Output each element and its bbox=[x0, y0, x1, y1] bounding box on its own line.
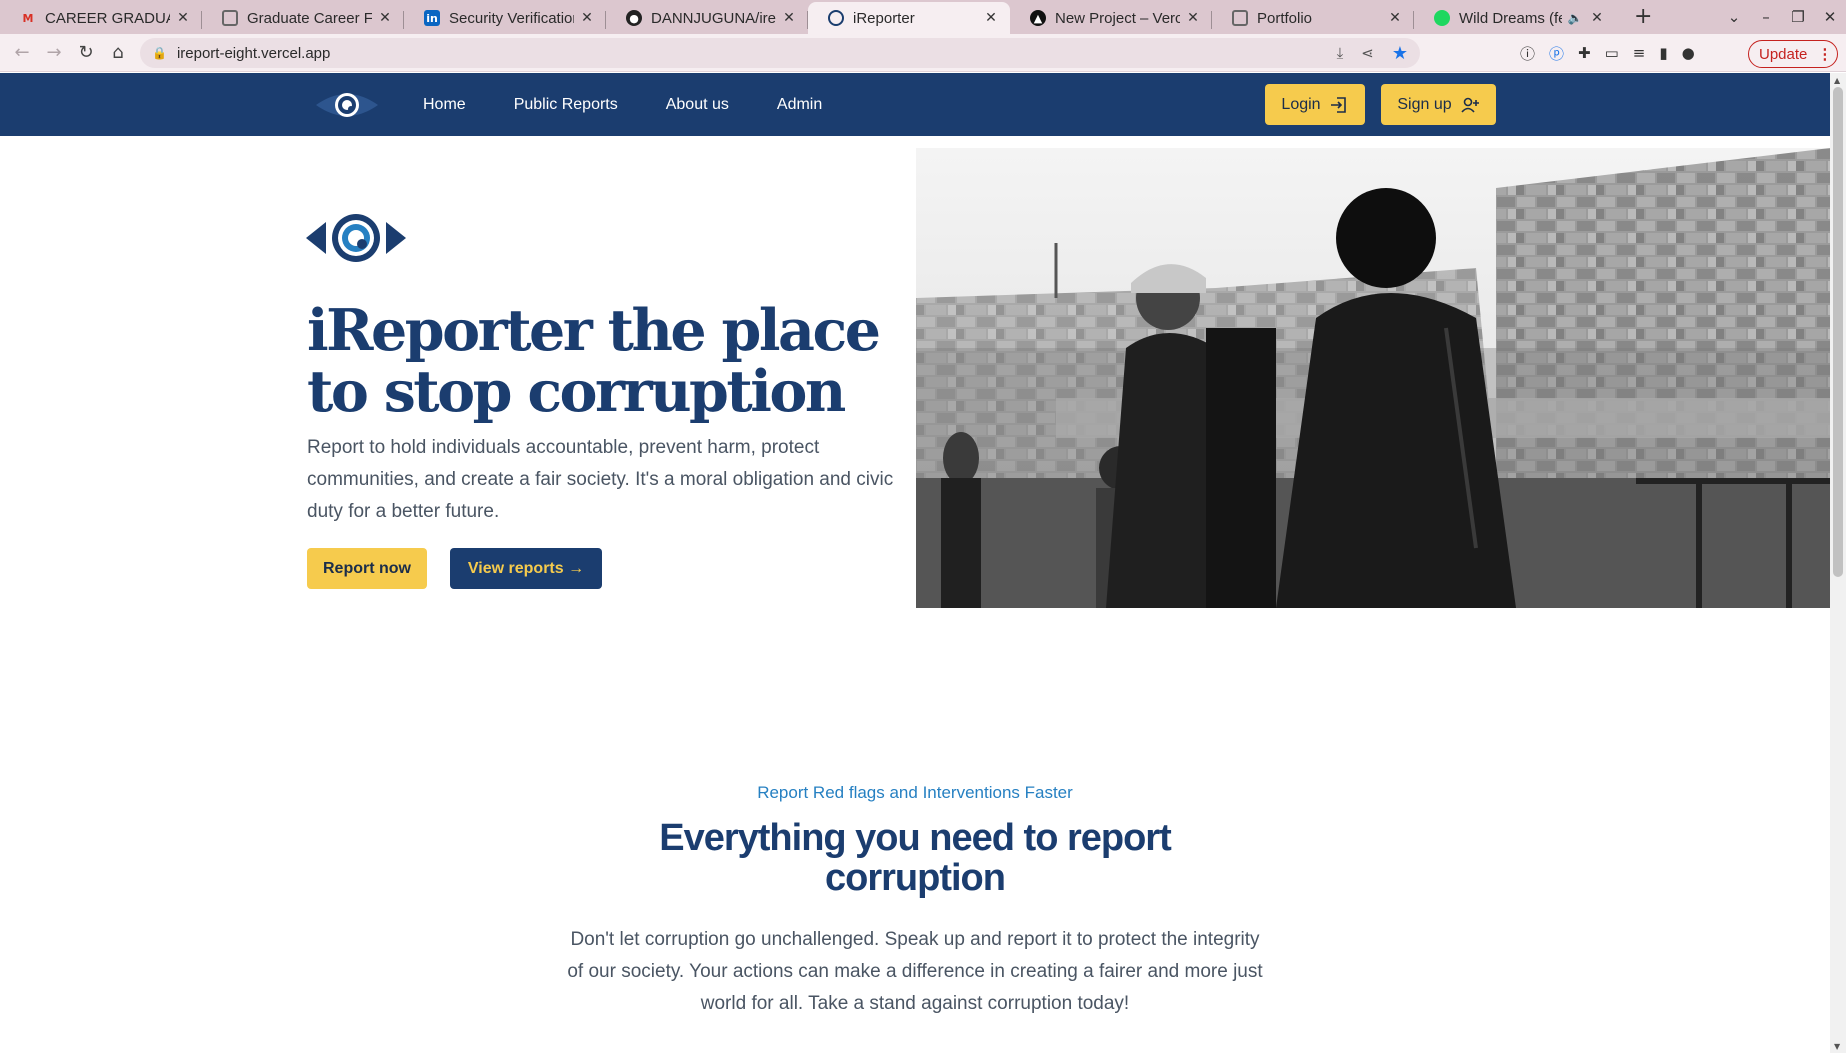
close-tab-icon[interactable]: ✕ bbox=[376, 10, 394, 26]
scrollbar-thumb[interactable] bbox=[1833, 87, 1843, 577]
tab-title: Security Verification bbox=[449, 9, 574, 27]
section-description: Don't let corruption go unchallenged. Sp… bbox=[567, 929, 1263, 1014]
audio-icon[interactable]: 🔈 bbox=[1566, 11, 1584, 25]
github-icon: ● bbox=[626, 10, 642, 26]
signup-button[interactable]: Sign up bbox=[1381, 84, 1496, 125]
vercel-icon: ▲ bbox=[1030, 10, 1046, 26]
extensions-bar: ⓘ ⓟ ✚ ▭ ≡ ▮ ● bbox=[1520, 38, 1695, 68]
section-eyebrow: Report Red flags and Interventions Faste… bbox=[757, 783, 1073, 802]
reload-icon[interactable]: ↻ bbox=[70, 42, 102, 63]
window-controls: ⌄ – ❐ ✕ bbox=[1718, 0, 1846, 34]
tab-title: CAREER GRADUATE bbox=[45, 9, 170, 27]
close-tab-icon[interactable]: ✕ bbox=[578, 10, 596, 26]
tab-title: Portfolio bbox=[1257, 9, 1313, 27]
browser-tab[interactable]: M CAREER GRADUATE ✕ bbox=[0, 2, 202, 34]
section-title: Everything you need to report corruption bbox=[659, 817, 1172, 899]
scroll-up-icon[interactable]: ▲ bbox=[1834, 76, 1840, 85]
update-label: Update bbox=[1759, 45, 1808, 63]
reading-list-icon[interactable]: ≡ bbox=[1633, 44, 1646, 62]
home-icon[interactable]: ⌂ bbox=[102, 42, 134, 63]
hero-photo bbox=[916, 148, 1830, 608]
close-window-icon[interactable]: ✕ bbox=[1814, 8, 1846, 26]
menu-icon[interactable]: ⋮ bbox=[1817, 45, 1832, 63]
close-tab-icon[interactable]: ✕ bbox=[1588, 10, 1606, 26]
tab-title: DANNJUGUNA/irep bbox=[651, 9, 776, 27]
extension-icon[interactable]: ⓟ bbox=[1549, 43, 1564, 64]
back-icon[interactable]: ← bbox=[6, 42, 38, 63]
hero-description: Report to hold individuals accountable, … bbox=[307, 437, 894, 522]
globe-icon bbox=[1232, 10, 1248, 26]
browser-tab[interactable]: ● DANNJUGUNA/irep ✕ bbox=[606, 2, 808, 34]
forward-icon[interactable]: → bbox=[38, 42, 70, 63]
side-panel-icon[interactable]: ▮ bbox=[1659, 44, 1667, 62]
close-tab-icon[interactable]: ✕ bbox=[174, 10, 192, 26]
close-tab-icon[interactable]: ✕ bbox=[1386, 10, 1404, 26]
extension-icon[interactable]: ⓘ bbox=[1520, 43, 1535, 64]
add-user-icon bbox=[1461, 97, 1479, 113]
tab-title: New Project – Vercel bbox=[1055, 9, 1180, 27]
browser-tab-bar: M CAREER GRADUATE ✕ Graduate Career For … bbox=[0, 0, 1846, 34]
bookmark-star-icon[interactable]: ★ bbox=[1392, 43, 1408, 64]
signup-label: Sign up bbox=[1397, 95, 1452, 113]
lock-icon[interactable]: 🔒 bbox=[152, 46, 167, 60]
close-tab-icon[interactable]: ✕ bbox=[1184, 10, 1202, 26]
new-tab-icon[interactable]: + bbox=[1634, 4, 1652, 29]
cast-icon[interactable]: ▭ bbox=[1605, 44, 1619, 62]
tab-title: Wild Dreams (fea bbox=[1459, 9, 1562, 27]
browser-tab[interactable]: Graduate Career For ✕ bbox=[202, 2, 404, 34]
ireporter-eye-logo-icon bbox=[306, 214, 406, 262]
restore-icon[interactable]: ❐ bbox=[1782, 8, 1814, 26]
browser-tab[interactable]: Wild Dreams (fea 🔈 ✕ bbox=[1414, 2, 1616, 34]
url-text[interactable]: ireport-eight.vercel.app bbox=[177, 45, 330, 62]
nav-public-reports[interactable]: Public Reports bbox=[514, 96, 618, 114]
install-icon[interactable]: ⤓ bbox=[1337, 44, 1344, 62]
login-label: Login bbox=[1281, 95, 1321, 113]
nav-home[interactable]: Home bbox=[423, 96, 466, 114]
gmail-icon: M bbox=[22, 11, 34, 25]
login-button[interactable]: Login bbox=[1265, 84, 1365, 125]
nav-links: Home Public Reports About us Admin bbox=[423, 73, 870, 136]
view-reports-button[interactable]: View reports → bbox=[450, 548, 602, 589]
address-bar[interactable]: 🔒 ireport-eight.vercel.app ⤓ ⋖ ★ bbox=[140, 38, 1420, 68]
globe-icon bbox=[222, 10, 238, 26]
tab-search-icon[interactable]: ⌄ bbox=[1718, 8, 1750, 26]
scroll-down-icon[interactable]: ▼ bbox=[1834, 1042, 1840, 1051]
spotify-icon bbox=[1434, 10, 1450, 26]
browser-tab[interactable]: in Security Verification ✕ bbox=[404, 2, 606, 34]
ireporter-icon bbox=[828, 10, 844, 26]
linkedin-icon: in bbox=[424, 10, 440, 26]
close-tab-icon[interactable]: ✕ bbox=[780, 10, 798, 26]
close-tab-icon[interactable]: ✕ bbox=[982, 10, 1000, 26]
nav-admin[interactable]: Admin bbox=[777, 96, 822, 114]
minimize-icon[interactable]: – bbox=[1750, 8, 1782, 26]
browser-tab[interactable]: ▲ New Project – Vercel ✕ bbox=[1010, 2, 1212, 34]
hero-title: iReporter the place to stop corruption bbox=[307, 297, 881, 425]
tab-title: iReporter bbox=[853, 9, 915, 27]
browser-tab[interactable]: Portfolio ✕ bbox=[1212, 2, 1414, 34]
browser-tab-active[interactable]: iReporter ✕ bbox=[808, 2, 1010, 34]
login-icon bbox=[1330, 96, 1346, 113]
report-now-button[interactable]: Report now bbox=[307, 548, 427, 589]
site-navbar: Home Public Reports About us Admin Login… bbox=[0, 73, 1830, 136]
share-icon[interactable]: ⋖ bbox=[1361, 44, 1374, 62]
tab-title: Graduate Career For bbox=[247, 9, 372, 27]
update-button[interactable]: Update ⋮ bbox=[1748, 40, 1838, 68]
puzzle-icon[interactable]: ✚ bbox=[1578, 44, 1591, 62]
avatar[interactable]: ● bbox=[1682, 44, 1695, 62]
nav-about-us[interactable]: About us bbox=[666, 96, 729, 114]
ireporter-logo-icon[interactable] bbox=[314, 87, 380, 123]
